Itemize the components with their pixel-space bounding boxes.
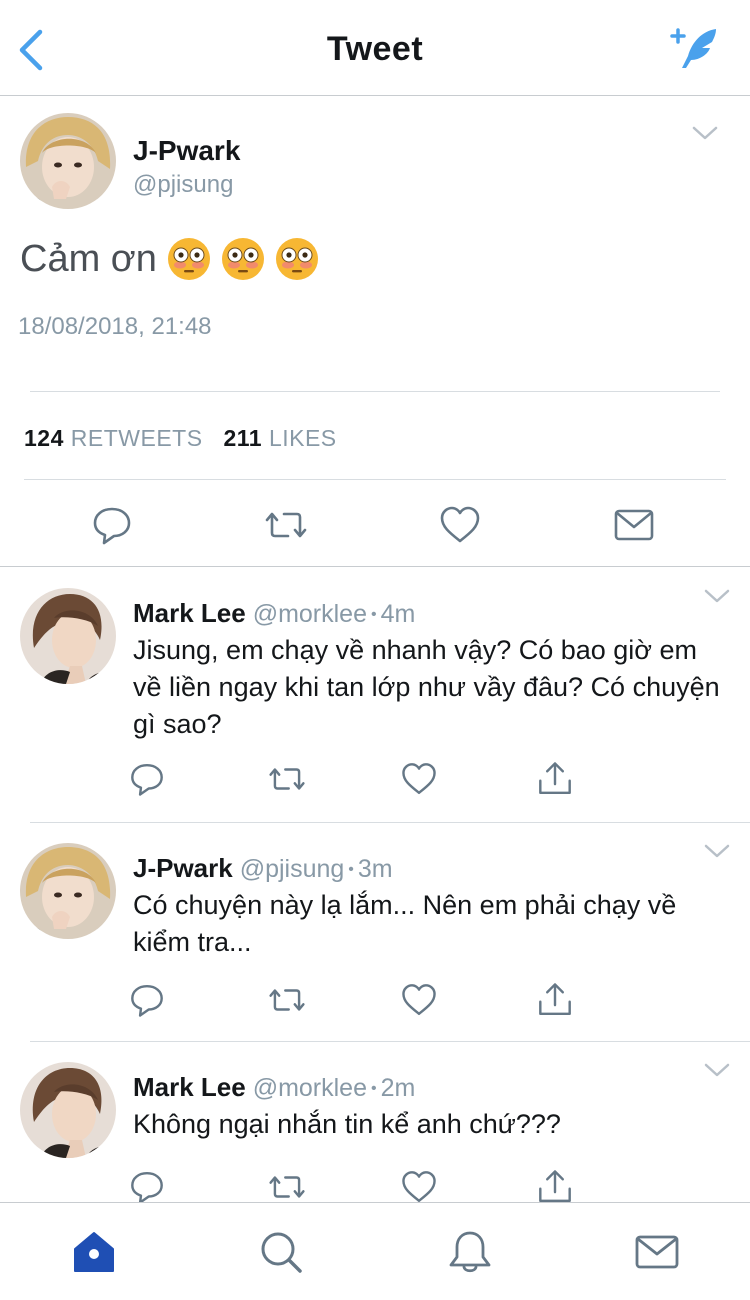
flushed-face-emoji: [221, 237, 265, 281]
avatar[interactable]: [20, 113, 116, 209]
meta-separator: •: [370, 1080, 377, 1097]
divider: [30, 391, 720, 392]
tweet-stats: 124 RETWEETS 211 LIKES: [24, 425, 351, 452]
tweet-text-body: Cảm ơn: [20, 237, 157, 280]
reply-tweet[interactable]: Mark Lee @morklee • 4m Jisung, em chạy về …: [0, 568, 750, 822]
retweet-icon[interactable]: [268, 1168, 306, 1202]
retweets-label[interactable]: RETWEETS: [71, 425, 203, 451]
reply-meta: Mark Lee @morklee • 4m: [133, 598, 415, 629]
chevron-down-icon[interactable]: [702, 586, 732, 606]
share-icon[interactable]: [536, 1168, 574, 1202]
reply-text: Có chuyện này lạ lắm... Nên em phải chạy…: [133, 890, 677, 957]
reply-icon[interactable]: [128, 1168, 166, 1202]
bottom-tab-bar: [0, 1202, 750, 1300]
divider: [24, 479, 726, 480]
reply-icon[interactable]: [90, 503, 134, 547]
tweet-timestamp: 18/08/2018, 21:48: [18, 313, 212, 340]
reply-actions: [0, 1168, 750, 1202]
reply-time: 3m: [357, 855, 393, 883]
reply-meta: J-Pwark @pjisung • 3m: [133, 853, 393, 884]
retweet-icon[interactable]: [264, 503, 308, 547]
reply-text: Jisung, em chạy về nhanh vậy? Có bao giờ…: [133, 635, 720, 739]
retweet-icon[interactable]: [268, 981, 306, 1019]
reply-actions: [0, 760, 750, 804]
envelope-icon[interactable]: [612, 503, 656, 547]
reply-tweet[interactable]: J-Pwark @pjisung • 3m Có chuyện này lạ lắm…: [0, 823, 750, 1041]
meta-separator: •: [348, 861, 354, 878]
reply-meta: Mark Lee @morklee • 2m: [133, 1072, 415, 1103]
avatar[interactable]: [20, 843, 116, 939]
author-name[interactable]: Mark Lee: [133, 1072, 246, 1102]
share-icon[interactable]: [536, 760, 574, 798]
chevron-down-icon[interactable]: [702, 841, 732, 861]
retweet-icon[interactable]: [268, 760, 306, 798]
author-handle[interactable]: @pjisung: [240, 855, 345, 883]
reply-tweet[interactable]: Mark Lee @morklee • 2m Không ngại nhắn tin…: [0, 1042, 750, 1202]
heart-icon[interactable]: [400, 1168, 438, 1202]
author-name[interactable]: J-Pwark: [133, 135, 240, 167]
reply-actions: [0, 981, 750, 1025]
main-tweet: J-Pwark @pjisung Cảm ơn 18/08/2018, 21:4…: [0, 97, 750, 567]
chevron-down-icon[interactable]: [702, 1060, 732, 1080]
search-icon[interactable]: [258, 1229, 304, 1275]
home-icon[interactable]: [71, 1229, 117, 1275]
compose-tweet-icon[interactable]: [668, 26, 722, 72]
avatar[interactable]: [20, 1062, 116, 1158]
reply-icon[interactable]: [128, 981, 166, 1019]
reply-text: Không ngại nhắn tin kể anh chứ???: [133, 1109, 561, 1139]
page-title: Tweet: [326, 30, 424, 68]
heart-icon[interactable]: [400, 760, 438, 798]
likes-count[interactable]: 211: [223, 425, 262, 451]
likes-label[interactable]: LIKES: [269, 425, 337, 451]
author-name[interactable]: Mark Lee: [133, 598, 246, 628]
retweets-count[interactable]: 124: [24, 425, 64, 451]
tweet-text: Cảm ơn: [20, 237, 319, 281]
tweet-actions: [0, 497, 750, 553]
flushed-face-emoji: [167, 237, 211, 281]
heart-icon[interactable]: [438, 503, 482, 547]
notifications-icon[interactable]: [447, 1229, 493, 1275]
reply-time: 4m: [380, 600, 416, 628]
reply-time: 2m: [380, 1074, 416, 1102]
reply-icon[interactable]: [128, 760, 166, 798]
top-bar: Tweet: [0, 0, 750, 96]
flushed-face-emoji: [275, 237, 319, 281]
avatar[interactable]: [20, 588, 116, 684]
author-handle[interactable]: @morklee: [253, 600, 367, 628]
meta-separator: •: [370, 606, 377, 623]
author-name[interactable]: J-Pwark: [133, 853, 233, 883]
heart-icon[interactable]: [400, 981, 438, 1019]
chevron-down-icon[interactable]: [690, 123, 720, 143]
messages-icon[interactable]: [634, 1229, 680, 1275]
author-handle[interactable]: @morklee: [253, 1074, 367, 1102]
share-icon[interactable]: [536, 981, 574, 1019]
author-handle[interactable]: @pjisung: [133, 171, 233, 199]
